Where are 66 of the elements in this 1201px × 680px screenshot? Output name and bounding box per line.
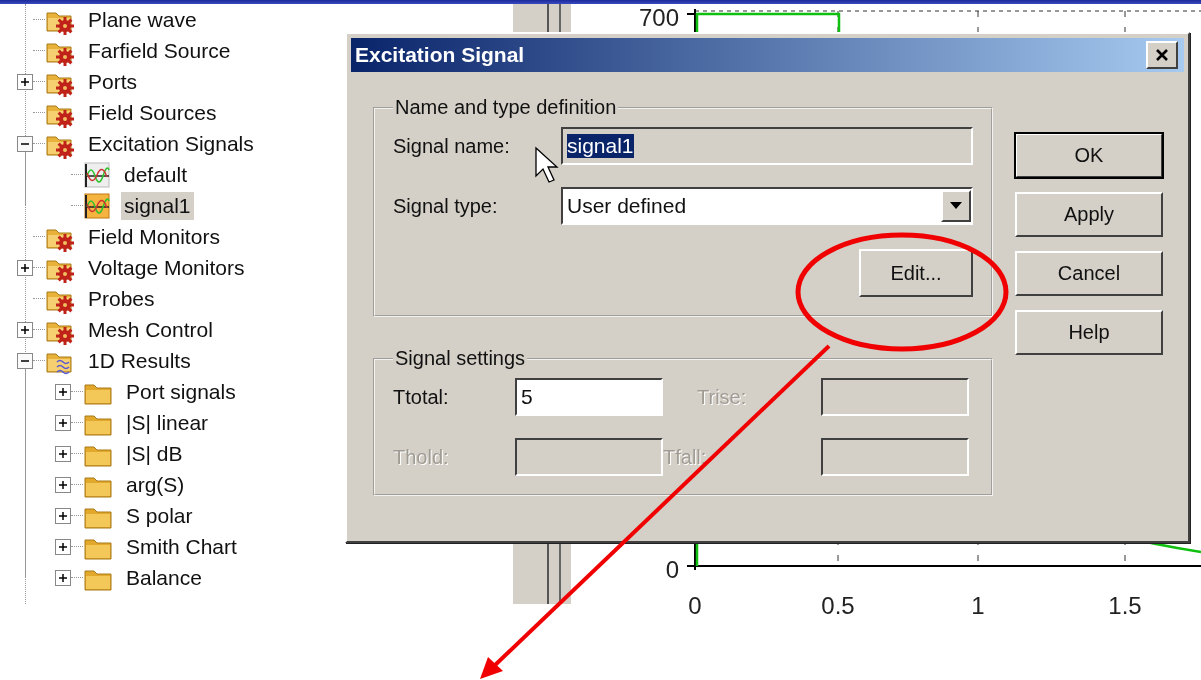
expander-toggle[interactable]	[55, 445, 71, 462]
plus-icon	[19, 261, 31, 274]
plus-icon	[57, 385, 69, 398]
plus-icon	[57, 447, 69, 460]
dialog-button[interactable]: Cancel	[1015, 251, 1163, 296]
plus-icon	[57, 509, 69, 522]
dialog-button[interactable]: Apply	[1015, 192, 1163, 237]
tree-item[interactable]: Mesh Control	[85, 315, 216, 344]
caret-icon	[950, 202, 962, 210]
expander-toggle[interactable]	[17, 352, 33, 369]
axis-label: 1.5	[1108, 592, 1142, 619]
tree-item[interactable]: |S| dB	[123, 439, 186, 468]
dropdown-field[interactable]: User defined	[561, 187, 973, 225]
tree-item[interactable]: Plane wave	[85, 5, 200, 34]
expander-toggle[interactable]	[55, 538, 71, 555]
plus-icon	[57, 571, 69, 584]
close-icon	[1154, 47, 1170, 63]
expander-toggle[interactable]	[17, 259, 33, 276]
tree-item[interactable]: default	[121, 160, 191, 189]
axis-label: 700	[638, 4, 679, 31]
tree-item[interactable]: arg(S)	[123, 470, 188, 499]
field-label: Ttotal:	[393, 385, 450, 409]
axis-label: 0.5	[821, 592, 855, 619]
tree-item[interactable]: Probes	[85, 284, 158, 313]
field-label: Signal name:	[393, 134, 511, 158]
axis-label: 1	[971, 592, 985, 619]
expander-toggle[interactable]	[55, 507, 71, 524]
axis-label: 0	[688, 592, 702, 619]
tree-item[interactable]: Voltage Monitors	[85, 253, 248, 282]
window-title: Excitation Signal	[355, 43, 525, 67]
tree-item[interactable]: Smith Chart	[123, 532, 240, 561]
dropdown-button[interactable]	[941, 190, 971, 222]
expander-toggle[interactable]	[17, 321, 33, 338]
expander-toggle[interactable]	[55, 414, 71, 431]
waveform-icon	[83, 191, 111, 220]
expander-toggle[interactable]	[17, 73, 33, 90]
tree-item[interactable]: Field Sources	[85, 98, 220, 127]
plus-icon	[57, 478, 69, 491]
tree-item[interactable]: Ports	[85, 67, 140, 96]
waveform-icon	[83, 160, 111, 189]
expander-toggle[interactable]	[55, 569, 71, 586]
dialog-button[interactable]: Help	[1015, 310, 1163, 355]
field-label: Signal type:	[393, 194, 499, 218]
axis-label: 0	[665, 556, 679, 583]
expander-toggle[interactable]	[17, 135, 33, 152]
tree-item[interactable]: |S| linear	[123, 408, 212, 437]
tree-item[interactable]: Farfield Source	[85, 36, 234, 65]
dialog-button[interactable]: OK	[1015, 133, 1163, 178]
tree-item[interactable]: signal1	[121, 191, 194, 220]
plus-icon	[57, 416, 69, 429]
group-title: Name and type definition	[394, 96, 618, 119]
plus-icon	[57, 540, 69, 553]
expander-toggle[interactable]	[55, 383, 71, 400]
plus-icon	[19, 323, 31, 336]
plus-icon	[19, 75, 31, 88]
tree-item[interactable]: S polar	[123, 501, 196, 530]
edit-button[interactable]: Edit...	[859, 249, 973, 297]
tree-item[interactable]: Port signals	[123, 377, 239, 406]
expander-toggle[interactable]	[55, 476, 71, 493]
tree-item[interactable]: 1D Results	[85, 346, 194, 375]
group-title: Signal settings	[394, 347, 527, 370]
close-button[interactable]	[1146, 41, 1178, 69]
tree-item[interactable]: Field Monitors	[85, 222, 223, 251]
input-field[interactable]: 5	[515, 378, 663, 416]
tree-item[interactable]: Excitation Signals	[85, 129, 257, 158]
tree-item[interactable]: Balance	[123, 563, 205, 592]
